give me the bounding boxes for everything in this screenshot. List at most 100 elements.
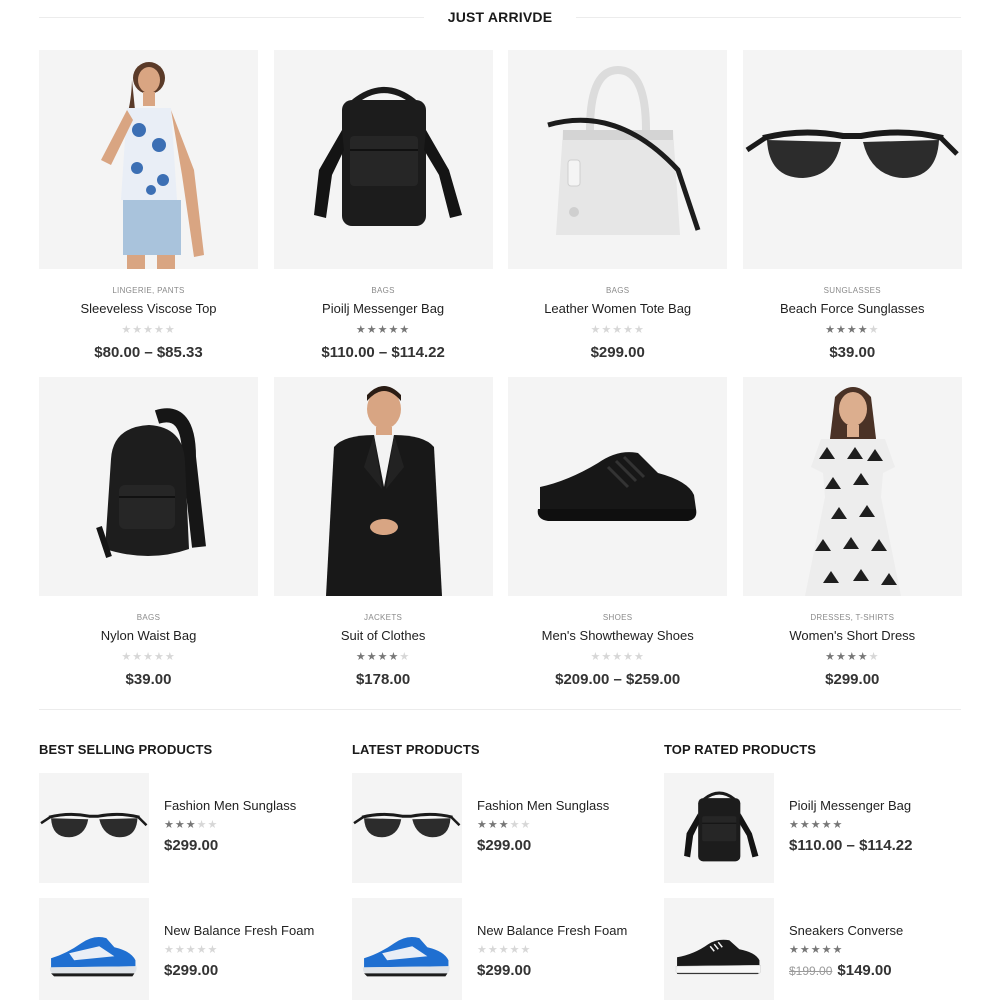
mini-product[interactable]: Fashion Men Sunglass ★★★★★ $299.00: [39, 773, 339, 883]
mini-product[interactable]: Fashion Men Sunglass ★★★★★ $299.00: [352, 773, 652, 883]
product-price: $39.00: [125, 671, 172, 688]
product-price: $80.00 – $85.33: [94, 344, 203, 361]
star-icon: ★: [498, 819, 510, 831]
product-card[interactable]: BAGS Leather Women Tote Bag ★★★★★ $299.0…: [508, 50, 728, 377]
star-icon: ★: [498, 944, 510, 956]
mini-product[interactable]: Pioilj Messenger Bag ★★★★★ $110.00 – $11…: [664, 773, 964, 883]
star-icon: ★: [857, 651, 869, 663]
man-suit-image[interactable]: [273, 377, 493, 596]
blue-sneaker-image[interactable]: [39, 898, 149, 1000]
mini-product[interactable]: New Balance Fresh Foam ★★★★★ $299.00: [39, 898, 339, 1000]
product-name[interactable]: Leather Women Tote Bag: [508, 301, 727, 317]
product-category[interactable]: LINGERIE, PANTS: [39, 286, 258, 296]
star-icon: ★: [634, 651, 645, 663]
star-icon: ★: [185, 819, 197, 831]
product-name[interactable]: Nylon Waist Bag: [39, 628, 258, 644]
rating-stars: ★★★★★: [477, 818, 531, 831]
product-name[interactable]: Men's Showtheway Shoes: [508, 628, 727, 644]
product-card[interactable]: SUNGLASSES Beach Force Sunglasses ★★★★★ …: [742, 50, 962, 377]
star-icon: ★: [868, 324, 880, 336]
product-card[interactable]: JACKETS Suit of Clothes ★★★★★ $178.00: [273, 377, 493, 704]
messenger-bag-image[interactable]: [664, 773, 774, 883]
star-icon: ★: [355, 651, 367, 663]
section-divider: [39, 709, 961, 710]
best-selling-column: BEST SELLING PRODUCTS Fashion Men Sungla…: [39, 742, 339, 1000]
star-icon: ★: [153, 651, 165, 663]
product-price: $199.00 $149.00: [789, 962, 892, 979]
product-name[interactable]: Pioilj Messenger Bag: [789, 798, 911, 813]
star-icon: ★: [825, 324, 836, 336]
star-icon: ★: [509, 944, 521, 956]
star-icon: ★: [164, 819, 175, 831]
black-sneaker-image[interactable]: [508, 377, 728, 596]
star-icon: ★: [132, 324, 144, 336]
star-icon: ★: [868, 651, 880, 663]
product-category[interactable]: BAGS: [508, 286, 727, 296]
product-name[interactable]: Sleeveless Viscose Top: [39, 301, 258, 317]
star-icon: ★: [477, 819, 488, 831]
product-category[interactable]: SHOES: [508, 613, 727, 623]
sunglasses-image[interactable]: [742, 50, 962, 269]
product-category[interactable]: DRESSES, T-SHIRTS: [743, 613, 962, 623]
product-name[interactable]: Women's Short Dress: [743, 628, 962, 644]
star-icon: ★: [174, 819, 186, 831]
rating-stars: ★★★★★: [789, 943, 843, 956]
star-icon: ★: [121, 324, 133, 336]
rating-stars: ★★★★★: [39, 650, 258, 664]
product-card[interactable]: BAGS Pioilj Messenger Bag ★★★★★ $110.00 …: [273, 50, 493, 377]
star-icon: ★: [377, 651, 389, 663]
star-icon: ★: [153, 324, 165, 336]
product-category[interactable]: BAGS: [39, 613, 258, 623]
star-icon: ★: [832, 819, 844, 831]
product-card[interactable]: DRESSES, T-SHIRTS Women's Short Dress ★★…: [742, 377, 962, 704]
sunglasses-image[interactable]: [352, 773, 462, 883]
product-price: $299.00: [164, 962, 218, 979]
star-icon: ★: [196, 819, 208, 831]
tote-bag-image[interactable]: [508, 50, 728, 269]
product-category[interactable]: JACKETS: [274, 613, 493, 623]
woman-dress-image[interactable]: [742, 377, 962, 596]
product-name[interactable]: Suit of Clothes: [274, 628, 493, 644]
product-card[interactable]: SHOES Men's Showtheway Shoes ★★★★★ $209.…: [508, 377, 728, 704]
product-name[interactable]: Pioilj Messenger Bag: [274, 301, 493, 317]
product-price: $209.00 – $259.00: [555, 671, 681, 688]
star-icon: ★: [121, 651, 133, 663]
star-icon: ★: [601, 324, 613, 336]
canvas-sneaker-image[interactable]: [664, 898, 774, 1000]
star-icon: ★: [825, 651, 836, 663]
product-name[interactable]: Sneakers Converse: [789, 923, 903, 938]
star-icon: ★: [377, 324, 389, 336]
star-icon: ★: [388, 324, 400, 336]
product-price: $110.00 – $114.22: [321, 344, 445, 361]
star-icon: ★: [143, 651, 154, 663]
mini-product[interactable]: New Balance Fresh Foam ★★★★★ $299.00: [352, 898, 652, 1000]
product-name[interactable]: Beach Force Sunglasses: [743, 301, 962, 317]
star-icon: ★: [207, 819, 219, 831]
sling-bag-image[interactable]: [39, 377, 258, 596]
product-category[interactable]: BAGS: [274, 286, 493, 296]
woman-tank-top-image[interactable]: [39, 50, 258, 269]
product-name[interactable]: New Balance Fresh Foam: [164, 923, 314, 938]
sunglasses-image[interactable]: [39, 773, 149, 883]
product-name[interactable]: New Balance Fresh Foam: [477, 923, 627, 938]
star-icon: ★: [821, 819, 833, 831]
section-header: JUST ARRIVDE: [39, 0, 961, 36]
star-icon: ★: [835, 651, 847, 663]
product-card[interactable]: BAGS Nylon Waist Bag ★★★★★ $39.00: [39, 377, 258, 704]
star-icon: ★: [520, 944, 532, 956]
product-name[interactable]: Fashion Men Sunglass: [477, 798, 609, 813]
blue-sneaker-image[interactable]: [352, 898, 462, 1000]
product-card[interactable]: LINGERIE, PANTS Sleeveless Viscose Top ★…: [39, 50, 258, 377]
current-price: $110.00 – $114.22: [789, 837, 913, 854]
top-rated-column: TOP RATED PRODUCTS Pioilj Messenger Bag …: [664, 742, 964, 1000]
product-name[interactable]: Fashion Men Sunglass: [164, 798, 296, 813]
product-category[interactable]: SUNGLASSES: [743, 286, 962, 296]
current-price: $299.00: [164, 837, 219, 854]
column-title: TOP RATED PRODUCTS: [664, 742, 817, 757]
star-icon: ★: [164, 651, 176, 663]
star-icon: ★: [857, 324, 869, 336]
star-icon: ★: [509, 819, 521, 831]
mini-product[interactable]: Sneakers Converse ★★★★★ $199.00 $149.00: [664, 898, 964, 1000]
star-icon: ★: [196, 944, 208, 956]
messenger-bag-image[interactable]: [273, 50, 493, 269]
